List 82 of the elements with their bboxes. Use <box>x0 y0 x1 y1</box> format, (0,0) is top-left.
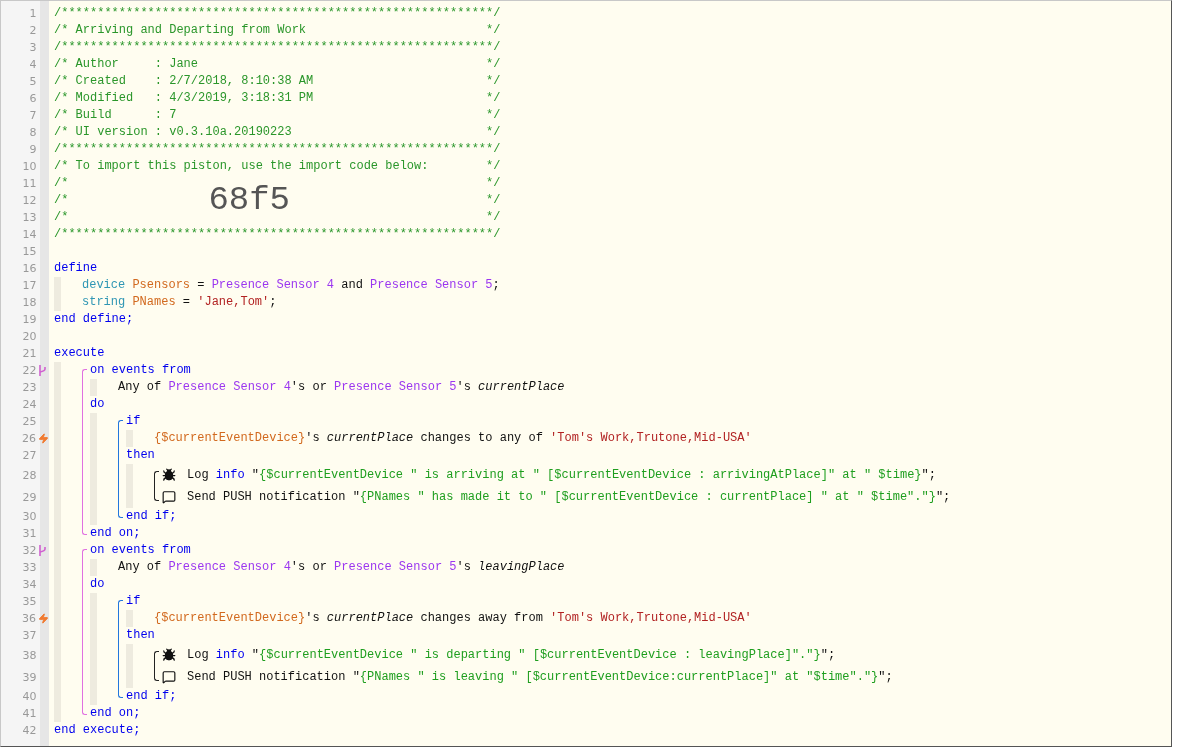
code-line: if <box>126 593 142 610</box>
code-line: then <box>126 627 156 644</box>
code-line: execute <box>54 345 106 362</box>
line-number: 24 <box>21 398 37 411</box>
code-line: end on; <box>90 705 142 722</box>
line-number: 29 <box>21 490 37 504</box>
code-line: on events from <box>90 362 192 379</box>
code-comment: */ <box>486 192 501 209</box>
line-number: 16 <box>21 262 37 275</box>
code-line: string PNames = 'Jane,Tom'; <box>82 294 278 311</box>
line-number: 40 <box>21 690 37 703</box>
code-line: device Psensors = Presence Sensor 4 and Presence Sensor 5; <box>82 277 501 294</box>
line-number: 20 <box>21 330 37 343</box>
line-number: 10 <box>21 160 37 173</box>
code-comment: /* <box>54 192 69 209</box>
line-number: 39 <box>21 670 37 684</box>
line-number: 17 <box>21 279 37 292</box>
line-number: 41 <box>21 707 37 720</box>
line-number: 22 <box>21 364 37 377</box>
code-line: /* Modified : 4/3/2019, 3:18:31 PM */ <box>54 90 501 107</box>
code-line: /************************************************************/ <box>54 141 501 158</box>
code-line: end if; <box>126 688 178 705</box>
line-number: 33 <box>21 561 37 574</box>
code-line: Send PUSH notification "{PNames " is leaving " [$currentEventDevice:currentPlace]" at "$time"."}"; <box>187 668 893 686</box>
line-number: 31 <box>21 527 37 540</box>
code-line: /* Author : Jane */ <box>54 56 501 73</box>
line-number: 35 <box>21 595 37 608</box>
line-number: 5 <box>28 75 37 88</box>
line-number: 42 <box>21 724 37 737</box>
line-number: 23 <box>21 381 37 394</box>
line-number: 36 <box>21 612 36 625</box>
line-number: 18 <box>21 296 37 309</box>
line-number: 34 <box>21 578 37 591</box>
code-line: end if; <box>126 508 178 525</box>
line-number: 13 <box>21 211 37 224</box>
code-line: /************************************************************/ <box>54 39 501 56</box>
line-number: 37 <box>21 629 37 642</box>
code-line: if <box>126 413 142 430</box>
line-number: 8 <box>28 126 37 139</box>
line-number: 38 <box>21 648 37 662</box>
line-number: 4 <box>28 58 37 71</box>
code-line: /* Build : 7 */ <box>54 107 501 124</box>
code-line: end execute; <box>54 722 142 739</box>
code-line: Any of Presence Sensor 4's or Presence Sensor 5's leavingPlace <box>118 559 565 576</box>
code-line: Log info "{$currentEventDevice " is arriving at " [$currentEventDevice : arrivingAtPlace]" at " $time}"; <box>187 466 936 484</box>
code-line: do <box>90 396 106 413</box>
line-number: 12 <box>21 194 37 207</box>
line-number: 27 <box>21 449 37 462</box>
line-number: 21 <box>21 347 37 360</box>
line-number: 32 <box>21 544 37 557</box>
line-number: 6 <box>28 92 37 105</box>
code-line: end define; <box>54 311 135 328</box>
code-line: on events from <box>90 542 192 559</box>
line-number: 2 <box>28 24 37 37</box>
code-line: Log info "{$currentEventDevice " is departing " [$currentEventDevice : leavingPlace]"."}"; <box>187 646 836 664</box>
code-line: {$currentEventDevice}'s currentPlace changes away from 'Tom's Work,Trutone,Mid-USA' <box>154 610 752 627</box>
line-number: 9 <box>28 143 37 156</box>
code-line: {$currentEventDevice}'s currentPlace changes to any of 'Tom's Work,Trutone,Mid-USA' <box>154 430 752 447</box>
code-line: /************************************************************/ <box>54 226 501 243</box>
code-line: /* Arriving and Departing from Work */ <box>54 22 501 39</box>
code-line: /* To import this piston, use the import code below: */ <box>54 158 501 175</box>
code-line: Any of Presence Sensor 4's or Presence Sensor 5's currentPlace <box>118 379 565 396</box>
code-line: /************************************************************/ <box>54 5 501 22</box>
code-line: /* */ <box>54 209 501 226</box>
line-number: 14 <box>21 228 37 241</box>
line-number: 19 <box>21 313 37 326</box>
line-number: 15 <box>21 245 37 258</box>
code-line: /* UI version : v0.3.10a.20190223 */ <box>54 124 501 141</box>
line-number: 11 <box>21 177 37 190</box>
code-line: Send PUSH notification "{PNames " has made it to " [$currentEventDevice : currentPlace] " at " $time"."}"; <box>187 488 951 506</box>
line-number: 1 <box>28 7 37 20</box>
code-line: do <box>90 576 106 593</box>
line-number: 26 <box>21 432 36 445</box>
code-line: /* Created : 2/7/2018, 8:10:38 AM */ <box>54 73 501 90</box>
line-number: 30 <box>21 510 37 523</box>
code-line: end on; <box>90 525 142 542</box>
code-line: define <box>54 260 99 277</box>
code-line: then <box>126 447 156 464</box>
line-number: 28 <box>21 468 37 482</box>
line-number: 7 <box>28 109 37 122</box>
line-number: 3 <box>28 41 37 54</box>
line-number: 25 <box>21 415 37 428</box>
